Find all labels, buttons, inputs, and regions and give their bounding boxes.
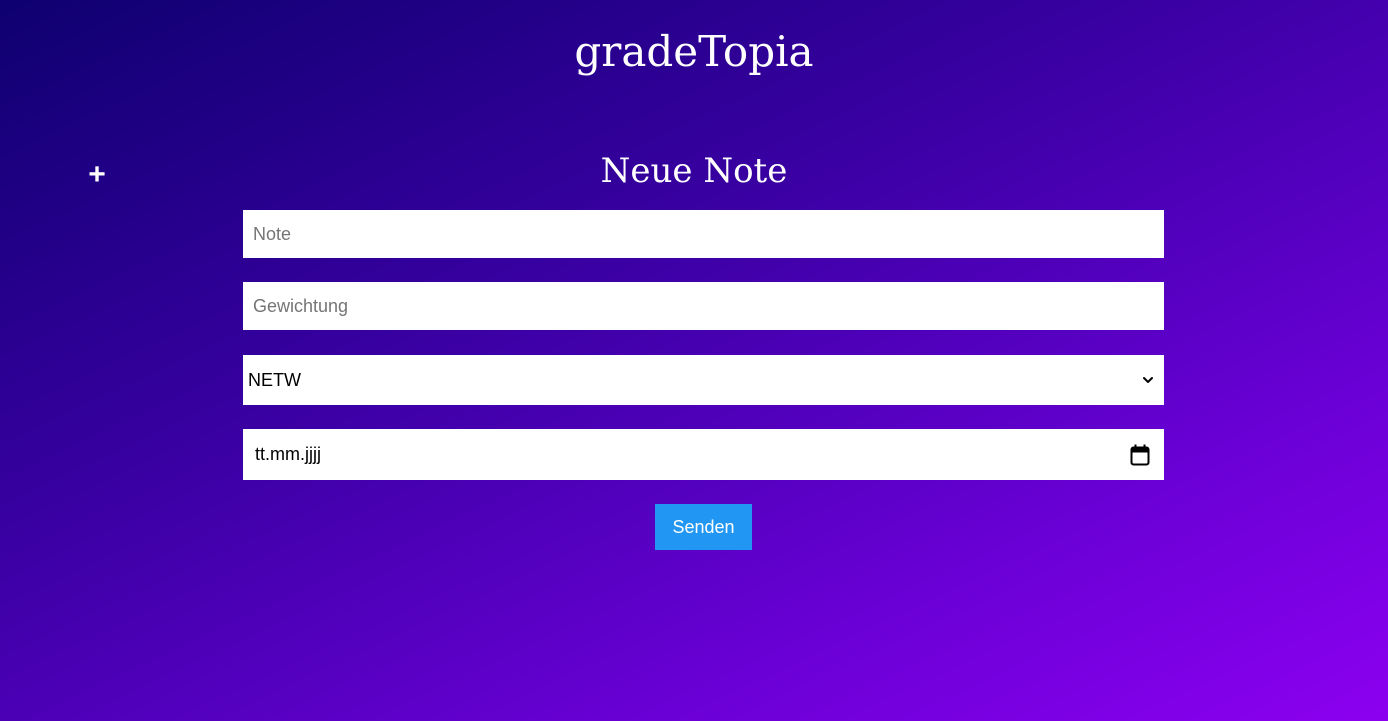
- subject-select-value: NETW: [248, 369, 301, 390]
- subject-select[interactable]: NETW: [243, 355, 1164, 405]
- date-input-value: tt.mm.jjjj: [255, 444, 321, 464]
- form-title: Neue Note: [600, 151, 788, 191]
- weight-input[interactable]: [243, 282, 1164, 330]
- calendar-icon[interactable]: [1130, 444, 1150, 466]
- chevron-down-icon: [1143, 377, 1153, 383]
- app-title: gradeTopia: [574, 27, 814, 76]
- note-input[interactable]: [243, 210, 1164, 258]
- submit-button[interactable]: Senden: [655, 504, 752, 550]
- date-input[interactable]: tt.mm.jjjj: [243, 429, 1164, 480]
